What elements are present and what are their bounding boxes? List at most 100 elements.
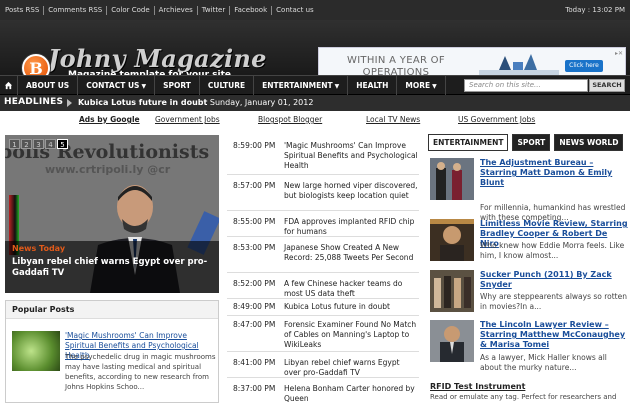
right-post: Sucker Punch (2011) By Zack Snyder Why a… — [430, 270, 630, 318]
category-tabs: ENTERTAINMENT SPORT NEWS WORLD — [428, 134, 624, 152]
nav-item-label: MORE — [405, 81, 431, 90]
ad-link-local-tv-news[interactable]: Local TV News — [366, 115, 420, 124]
logo-title[interactable]: Johny Magazine — [48, 44, 267, 73]
movie-poster-thumbnail[interactable] — [430, 320, 474, 362]
timeline-title[interactable]: A few Chinese hacker teams do most US da… — [284, 279, 418, 299]
search-input[interactable]: Search on this site... — [464, 79, 588, 92]
nav-item-label: ABOUT US — [26, 81, 70, 90]
tab-entertainment[interactable]: ENTERTAINMENT — [428, 134, 509, 151]
headline-title[interactable]: Kubica Lotus future in doubt — [78, 98, 207, 107]
right-post-title[interactable]: Sucker Punch (2011) By Zack Snyder — [480, 270, 628, 290]
nav-item-label: CONTACT US — [86, 81, 140, 90]
nav-item-sport[interactable]: SPORT — [155, 76, 200, 95]
slider-page-5[interactable]: 5 — [57, 139, 68, 149]
main-nav: ABOUT US CONTACT US ▼ SPORT CULTURE ENTER… — [0, 75, 630, 95]
right-post-excerpt: Who knew how Eddie Morra feels. Like him… — [480, 241, 625, 260]
timeline-title[interactable]: Kubica Lotus future in doubt — [284, 302, 418, 312]
home-icon[interactable] — [0, 76, 18, 95]
tab-news-world[interactable]: NEWS WORLD — [554, 134, 624, 151]
timeline-row: 8:49:00 PM Kubica Lotus future in doubt — [227, 299, 419, 316]
ad-link-blogspot-blogger[interactable]: Blogspot Blogger — [258, 115, 322, 124]
timeline-time: 8:59:00 PM — [233, 141, 276, 150]
timeline-row: 8:55:00 PM FDA approves implanted RFID c… — [227, 211, 419, 237]
slider-page-1[interactable]: 1 — [9, 139, 20, 149]
right-post: Limitless Movie Review, Starring Bradley… — [430, 219, 630, 267]
timeline-title[interactable]: Japanese Show Created A New Record: 25,0… — [284, 243, 418, 263]
nav-item-health[interactable]: HEALTH — [348, 76, 398, 95]
nav-item-label: ENTERTAINMENT — [262, 81, 333, 90]
timeline-title[interactable]: 'Magic Mushrooms' Can Improve Spiritual … — [284, 141, 418, 171]
slider-page-2[interactable]: 2 — [21, 139, 32, 149]
right-post-excerpt: As a lawyer, Mick Haller knows all about… — [480, 353, 607, 372]
recent-posts-timeline: 8:59:00 PM 'Magic Mushrooms' Can Improve… — [227, 135, 419, 403]
ad-close-icon[interactable]: ▸✕ — [615, 50, 623, 57]
arrow-right-icon — [67, 99, 72, 107]
timeline-title[interactable]: Forensic Examiner Found No Match of Cabl… — [284, 320, 418, 350]
top-bar: Posts RSS Comments RSS Color Code Archie… — [0, 0, 630, 20]
site-header: Johny Magazine B Magazine template for y… — [0, 20, 630, 87]
rfid-ad-title[interactable]: RFID Test Instrument — [430, 382, 525, 391]
top-link-color-code[interactable]: Color Code — [107, 6, 155, 15]
banner-text-line1: WITHIN A YEAR OF — [347, 55, 445, 66]
nav-item-entertainment[interactable]: ENTERTAINMENT ▼ — [254, 76, 349, 95]
slider-pager: 1 2 3 4 5 — [9, 139, 68, 149]
nav-item-about-us[interactable]: ABOUT US — [18, 76, 79, 95]
timeline-title[interactable]: New large horned viper discovered, but b… — [284, 181, 418, 201]
top-link-comments-rss[interactable]: Comments RSS — [44, 6, 108, 15]
timeline-time: 8:55:00 PM — [233, 217, 276, 226]
banner-click-button[interactable]: Click here — [565, 60, 603, 72]
nav-item-culture[interactable]: CULTURE — [200, 76, 255, 95]
timeline-time: 8:47:00 PM — [233, 320, 276, 329]
timeline-row: 8:52:00 PM A few Chinese hacker teams do… — [227, 273, 419, 299]
slider-page-4[interactable]: 4 — [45, 139, 56, 149]
nav-item-contact-us[interactable]: CONTACT US ▼ — [78, 76, 156, 95]
movie-poster-thumbnail[interactable] — [430, 270, 474, 312]
ad-link-government-jobs[interactable]: Government Jobs — [155, 115, 220, 124]
ad-links-bar: Ads by Google Government Jobs Blogspot B… — [0, 113, 630, 127]
slider-caption: News Today Libyan rebel chief warns Egyp… — [5, 241, 219, 293]
nav-item-more[interactable]: MORE ▼ — [397, 76, 446, 95]
top-link-facebook[interactable]: Facebook — [230, 6, 273, 15]
featured-slider[interactable]: bolis Revolutionists www.crtripoli.ly @c… — [5, 135, 219, 293]
right-post: The Lincoln Lawyer Review – Starring Mat… — [430, 320, 630, 380]
nav-item-label: SPORT — [163, 81, 191, 90]
chevron-down-icon: ▼ — [334, 83, 340, 90]
top-date: Today : 13:02 PM — [565, 6, 625, 14]
top-links: Posts RSS Comments RSS Color Code Archie… — [5, 6, 318, 15]
slider-page-3[interactable]: 3 — [33, 139, 44, 149]
rfid-ad-desc: Read or emulate any tag. Perfect for res… — [430, 393, 617, 401]
right-post: The Adjustment Bureau – Starring Matt Da… — [430, 158, 630, 222]
movie-poster-thumbnail[interactable] — [430, 158, 474, 200]
movie-poster-thumbnail[interactable] — [430, 219, 474, 261]
headline-date: Sunday, January 01, 2012 — [209, 98, 314, 107]
top-link-twitter[interactable]: Twitter — [198, 6, 231, 15]
popular-posts-heading: Popular Posts — [6, 301, 218, 319]
right-post-title[interactable]: The Adjustment Bureau – Starring Matt Da… — [480, 158, 628, 188]
ad-link-us-government-jobs[interactable]: US Government Jobs — [458, 115, 535, 124]
top-link-contact[interactable]: Contact us — [272, 6, 318, 15]
timeline-row: 8:37:00 PM Helena Bonham Carter honored … — [227, 378, 419, 403]
mushroom-thumbnail[interactable] — [12, 331, 60, 371]
top-link-posts-rss[interactable]: Posts RSS — [5, 6, 45, 15]
nav-item-label: CULTURE — [207, 81, 246, 90]
ads-by-google-link[interactable]: Ads by Google — [79, 115, 140, 124]
slider-title[interactable]: Libyan rebel chief warns Egypt over pro-… — [12, 257, 212, 279]
timeline-time: 8:53:00 PM — [233, 243, 276, 252]
timeline-time: 8:49:00 PM — [233, 302, 276, 311]
top-link-archieves[interactable]: Archieves — [155, 6, 198, 15]
right-post-excerpt: Why are steppearents always so rotten in… — [480, 292, 627, 311]
right-post-title[interactable]: The Lincoln Lawyer Review – Starring Mat… — [480, 320, 628, 350]
tab-sport[interactable]: SPORT — [512, 134, 551, 151]
timeline-title[interactable]: Libyan rebel chief warns Egypt over pro-… — [284, 358, 418, 378]
timeline-title[interactable]: FDA approves implanted RFID chip for hum… — [284, 217, 418, 237]
timeline-row: 8:41:00 PM Libyan rebel chief warns Egyp… — [227, 352, 419, 378]
slider-category[interactable]: News Today — [12, 244, 65, 253]
timeline-row: 8:57:00 PM New large horned viper discov… — [227, 175, 419, 211]
search-button[interactable]: SEARCH — [589, 79, 625, 92]
timeline-time: 8:37:00 PM — [233, 384, 276, 393]
headline-ticker[interactable]: Kubica Lotus future in doubt Sunday, Jan… — [78, 98, 313, 107]
chevron-down-icon: ▼ — [432, 83, 437, 90]
popular-post-excerpt: The psychedelic drug in magic mushrooms … — [65, 353, 216, 391]
timeline-title[interactable]: Helena Bonham Carter honored by Queen — [284, 384, 418, 403]
timeline-row: 8:47:00 PM Forensic Examiner Found No Ma… — [227, 316, 419, 352]
